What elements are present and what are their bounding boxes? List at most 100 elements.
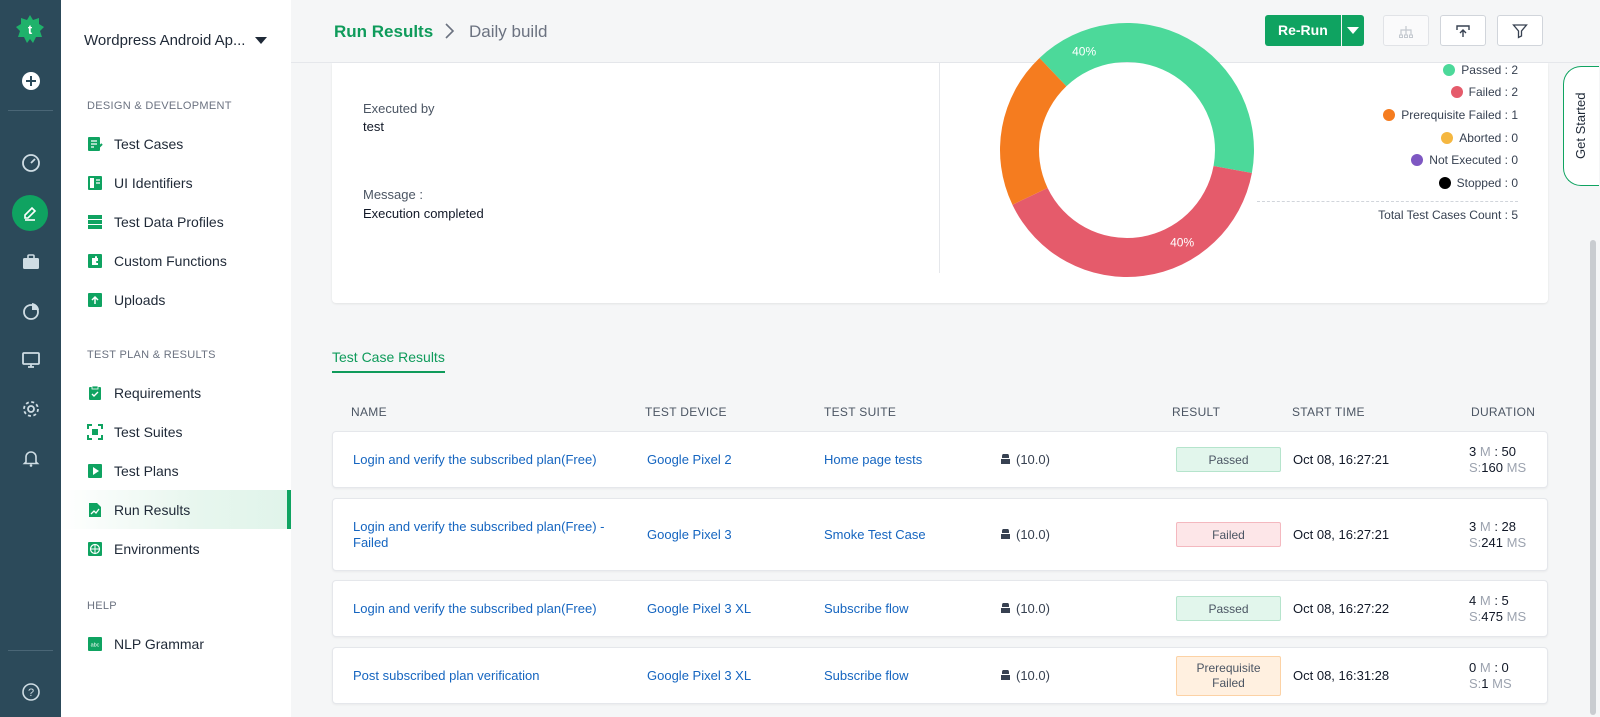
- project-selector[interactable]: Wordpress Android Ap...: [84, 32, 268, 49]
- settings-icon[interactable]: [0, 389, 61, 429]
- sidebar-item-environments[interactable]: Environments: [61, 529, 291, 568]
- sidebar-item-test-plans[interactable]: Test Plans: [61, 451, 291, 490]
- donut-slice-prerequisite-failed[interactable]: [1000, 57, 1067, 205]
- os-version: (10.0): [1000, 601, 1050, 616]
- hierarchy-button[interactable]: [1383, 15, 1429, 46]
- sidebar-item-ui-identifiers[interactable]: UI Identifiers: [61, 163, 291, 202]
- sidebar-item-nlp-grammar[interactable]: abc NLP Grammar: [61, 624, 291, 663]
- sidebar-item-label: Test Plans: [114, 462, 179, 479]
- rerun-dropdown-button[interactable]: [1341, 15, 1364, 46]
- get-started-tab[interactable]: Get Started: [1563, 66, 1599, 186]
- sidebar-item-custom-functions[interactable]: Custom Functions: [61, 241, 291, 280]
- filter-icon: [1512, 23, 1528, 39]
- legend-divider: [1257, 201, 1518, 202]
- help-icon[interactable]: ?: [0, 672, 61, 712]
- status-badge: Prerequisite Failed: [1176, 656, 1281, 696]
- legend-prerequisite-failed: Prerequisite Failed : 1: [1383, 108, 1518, 122]
- sidebar-item-requirements[interactable]: Requirements: [61, 373, 291, 412]
- monitor-icon[interactable]: [0, 340, 61, 380]
- section-title-design: DESIGN & DEVELOPMENT: [87, 100, 232, 112]
- sidebar-item-label: NLP Grammar: [114, 635, 204, 652]
- legend-dot: [1383, 109, 1396, 121]
- tab-test-case-results[interactable]: Test Case Results: [332, 349, 445, 373]
- start-time: Oct 08, 16:27:21: [1293, 452, 1390, 467]
- briefcase-icon[interactable]: [0, 242, 61, 282]
- table-row[interactable]: Post subscribed plan verification Google…: [332, 647, 1548, 704]
- upload-icon: [87, 292, 103, 308]
- project-name: Wordpress Android Ap...: [84, 32, 246, 49]
- sidebar-item-test-data-profiles[interactable]: Test Data Profiles: [61, 202, 291, 241]
- add-icon[interactable]: [0, 61, 61, 101]
- testsigma-logo-icon[interactable]: t: [15, 14, 45, 44]
- status-badge: Passed: [1176, 596, 1281, 621]
- sidebar-item-label: Environments: [114, 540, 200, 557]
- column-header-name[interactable]: NAME: [351, 405, 387, 419]
- start-time: Oct 08, 16:27:22: [1293, 601, 1390, 616]
- sidebar: Wordpress Android Ap... DESIGN & DEVELOP…: [61, 0, 291, 717]
- test-suites-icon: [87, 423, 103, 440]
- column-header-result[interactable]: RESULT: [1172, 405, 1220, 419]
- test-case-name-link[interactable]: Login and verify the subscribed plan(Fre…: [353, 601, 597, 616]
- donut-label-failed: 40%: [1170, 235, 1194, 249]
- filter-button[interactable]: [1497, 15, 1543, 46]
- sidebar-item-test-suites[interactable]: Test Suites: [61, 412, 291, 451]
- legend-dot: [1441, 132, 1454, 144]
- test-suite-link[interactable]: Subscribe flow: [824, 601, 909, 616]
- table-row[interactable]: Login and verify the subscribed plan(Fre…: [332, 431, 1548, 488]
- app-rail: t ?: [0, 0, 61, 717]
- edit-icon[interactable]: [12, 195, 48, 231]
- scrollbar[interactable]: [1590, 240, 1596, 715]
- sidebar-item-label: Uploads: [114, 291, 166, 308]
- column-header-start-time[interactable]: START TIME: [1292, 405, 1365, 419]
- test-case-name-link[interactable]: Login and verify the subscribed plan(Fre…: [353, 452, 597, 467]
- legend-aborted: Aborted : 0: [1441, 131, 1518, 145]
- database-icon: [87, 214, 103, 230]
- test-device-link[interactable]: Google Pixel 3: [647, 527, 732, 542]
- legend-passed: Passed : 2: [1443, 63, 1518, 77]
- message-label: Message :: [363, 187, 423, 202]
- test-device-link[interactable]: Google Pixel 2: [647, 452, 732, 467]
- test-suite-link[interactable]: Subscribe flow: [824, 668, 909, 683]
- legend-stopped: Stopped : 0: [1438, 176, 1518, 190]
- legend-dot: [1438, 177, 1451, 189]
- column-header-test-suite[interactable]: TEST SUITE: [824, 405, 896, 419]
- executed-by-value: test: [363, 119, 384, 134]
- android-icon: [1001, 602, 1010, 613]
- column-header-test-device[interactable]: TEST DEVICE: [645, 405, 727, 419]
- legend-not-executed: Not Executed : 0: [1411, 153, 1518, 167]
- export-button[interactable]: [1440, 15, 1486, 46]
- rerun-button[interactable]: Re-Run: [1265, 15, 1341, 46]
- table-row[interactable]: Login and verify the subscribed plan(Fre…: [332, 498, 1548, 571]
- legend-failed: Failed : 2: [1450, 85, 1518, 99]
- breadcrumb-run-results[interactable]: Run Results: [334, 22, 433, 42]
- sidebar-item-label: Run Results: [114, 501, 191, 518]
- test-suite-link[interactable]: Smoke Test Case: [824, 527, 926, 542]
- pie-chart-icon[interactable]: [0, 291, 61, 331]
- legend-dot: [1450, 86, 1463, 98]
- executed-by-label: Executed by: [363, 101, 435, 116]
- test-device-link[interactable]: Google Pixel 3 XL: [647, 601, 751, 616]
- test-suite-link[interactable]: Home page tests: [824, 452, 922, 467]
- play-icon: [87, 463, 103, 479]
- test-case-name-link[interactable]: Post subscribed plan verification: [353, 668, 539, 683]
- test-cases-icon: [87, 136, 103, 152]
- test-case-name-link[interactable]: Login and verify the subscribed plan(Fre…: [353, 519, 633, 551]
- svg-text:t: t: [28, 22, 33, 37]
- donut-slice-failed[interactable]: [1012, 165, 1252, 277]
- clipboard-icon: [87, 385, 103, 401]
- column-header-duration[interactable]: DURATION: [1471, 405, 1535, 419]
- table-row[interactable]: Login and verify the subscribed plan(Fre…: [332, 580, 1548, 637]
- bell-icon[interactable]: [0, 438, 61, 478]
- message-value: Execution completed: [363, 206, 484, 221]
- sidebar-item-run-results[interactable]: Run Results: [61, 490, 291, 529]
- sidebar-item-test-cases[interactable]: Test Cases: [61, 124, 291, 163]
- get-started-label: Get Started: [1573, 92, 1588, 159]
- test-device-link[interactable]: Google Pixel 3 XL: [647, 668, 751, 683]
- summary-divider: [939, 63, 940, 273]
- puzzle-icon: [87, 253, 103, 269]
- dashboard-icon[interactable]: [0, 143, 61, 183]
- sidebar-item-label: Test Data Profiles: [114, 213, 224, 230]
- sidebar-item-uploads[interactable]: Uploads: [61, 280, 291, 319]
- globe-icon: [87, 541, 103, 557]
- android-icon: [1001, 453, 1010, 464]
